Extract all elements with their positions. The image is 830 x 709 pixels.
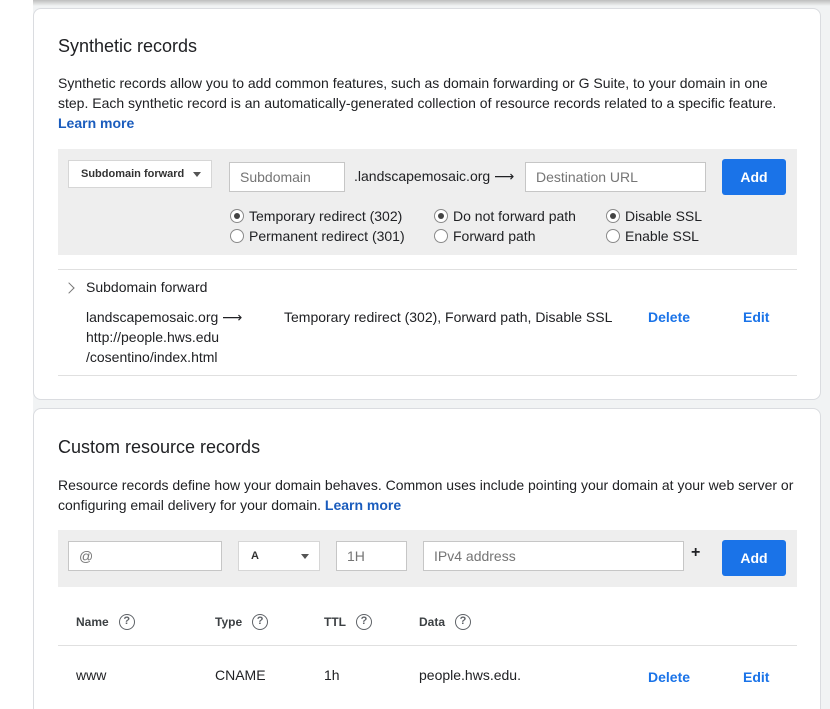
radio-label: Permanent redirect (301) xyxy=(249,228,405,244)
record-group-label[interactable]: Subdomain forward xyxy=(86,279,207,295)
radio-label: Enable SSL xyxy=(625,228,699,244)
synthetic-add-button[interactable]: Add xyxy=(722,159,786,195)
chevron-down-icon xyxy=(301,554,309,559)
domain-suffix-label: .landscapemosaic.org ⟶ xyxy=(354,168,515,184)
divider xyxy=(58,375,797,376)
cell-name: www xyxy=(76,667,107,683)
synthetic-desc-text: Synthetic records allow you to add commo… xyxy=(58,75,777,111)
synthetic-type-select[interactable]: Subdomain forward xyxy=(68,160,212,188)
ttl-input[interactable] xyxy=(336,541,407,571)
data-input[interactable] xyxy=(423,541,684,571)
help-icon[interactable]: ? xyxy=(252,614,269,630)
record-type-select[interactable]: A xyxy=(238,541,320,571)
custom-records-card: Custom resource records Resource records… xyxy=(33,408,821,709)
radio-label: Do not forward path xyxy=(453,208,576,224)
radio-disable-ssl[interactable]: Disable SSL xyxy=(606,208,702,224)
custom-add-form: A + Add xyxy=(58,530,797,587)
custom-records-description: Resource records define how your domain … xyxy=(58,475,798,515)
column-header-ttl: TTL ? xyxy=(324,614,372,630)
synthetic-add-form: Subdomain forward .landscapemosaic.org ⟶… xyxy=(58,149,797,255)
record-source-line2: http://people.hws.edu xyxy=(86,329,220,345)
synthetic-records-description: Synthetic records allow you to add commo… xyxy=(58,73,798,133)
record-source-line3: /cosentino/index.html xyxy=(86,349,218,365)
radio-label: Disable SSL xyxy=(625,208,703,224)
column-header-name: Name ? xyxy=(76,614,135,630)
help-icon[interactable]: ? xyxy=(118,614,135,630)
custom-add-button[interactable]: Add xyxy=(722,540,786,576)
radio-unselected-icon xyxy=(434,229,448,243)
row-delete-button[interactable]: Delete xyxy=(648,669,690,685)
record-delete-button[interactable]: Delete xyxy=(648,309,690,325)
column-header-type: Type ? xyxy=(215,614,269,630)
cell-ttl: 1h xyxy=(324,667,340,683)
header-label: TTL xyxy=(324,615,346,629)
radio-temporary-redirect[interactable]: Temporary redirect (302) xyxy=(230,208,402,224)
header-label: Data xyxy=(419,615,446,629)
synthetic-learn-more-link[interactable]: Learn more xyxy=(58,115,134,131)
radio-label: Forward path xyxy=(453,228,536,244)
radio-label: Temporary redirect (302) xyxy=(249,208,403,224)
radio-selected-icon xyxy=(434,209,448,223)
left-gutter xyxy=(0,0,33,709)
cell-data: people.hws.edu. xyxy=(419,667,521,683)
radio-forward-path[interactable]: Forward path xyxy=(434,228,535,244)
record-summary: Temporary redirect (302), Forward path, … xyxy=(284,309,613,325)
add-more-plus-icon[interactable]: + xyxy=(691,544,700,562)
synthetic-type-value: Subdomain forward xyxy=(81,168,185,180)
row-edit-button[interactable]: Edit xyxy=(743,669,769,685)
synthetic-records-title: Synthetic records xyxy=(58,36,198,56)
help-icon[interactable]: ? xyxy=(455,614,472,630)
chevron-down-icon xyxy=(193,172,201,177)
radio-permanent-redirect[interactable]: Permanent redirect (301) xyxy=(230,228,405,244)
record-edit-button[interactable]: Edit xyxy=(743,309,769,325)
record-source-line1: landscapemosaic.org ⟶ xyxy=(86,309,243,325)
name-input[interactable] xyxy=(68,541,222,571)
radio-enable-ssl[interactable]: Enable SSL xyxy=(606,228,699,244)
destination-url-input[interactable] xyxy=(525,162,706,192)
top-shadow xyxy=(0,0,830,6)
subdomain-input[interactable] xyxy=(229,162,345,192)
radio-selected-icon xyxy=(606,209,620,223)
radio-do-not-forward-path[interactable]: Do not forward path xyxy=(434,208,576,224)
custom-records-title: Custom resource records xyxy=(58,437,261,457)
custom-learn-more-link[interactable]: Learn more xyxy=(325,497,401,513)
radio-unselected-icon xyxy=(230,229,244,243)
cell-type: CNAME xyxy=(215,667,266,683)
column-header-data: Data ? xyxy=(419,614,472,630)
radio-unselected-icon xyxy=(606,229,620,243)
help-icon[interactable]: ? xyxy=(356,614,372,630)
chevron-right-icon[interactable] xyxy=(63,282,75,294)
synthetic-records-card: Synthetic records Synthetic records allo… xyxy=(33,8,821,400)
custom-desc-text: Resource records define how your domain … xyxy=(58,477,794,513)
header-label: Name xyxy=(76,615,109,629)
record-type-value: A xyxy=(251,550,259,562)
divider xyxy=(58,645,797,646)
radio-selected-icon xyxy=(230,209,244,223)
divider xyxy=(58,269,797,270)
header-label: Type xyxy=(215,615,243,629)
